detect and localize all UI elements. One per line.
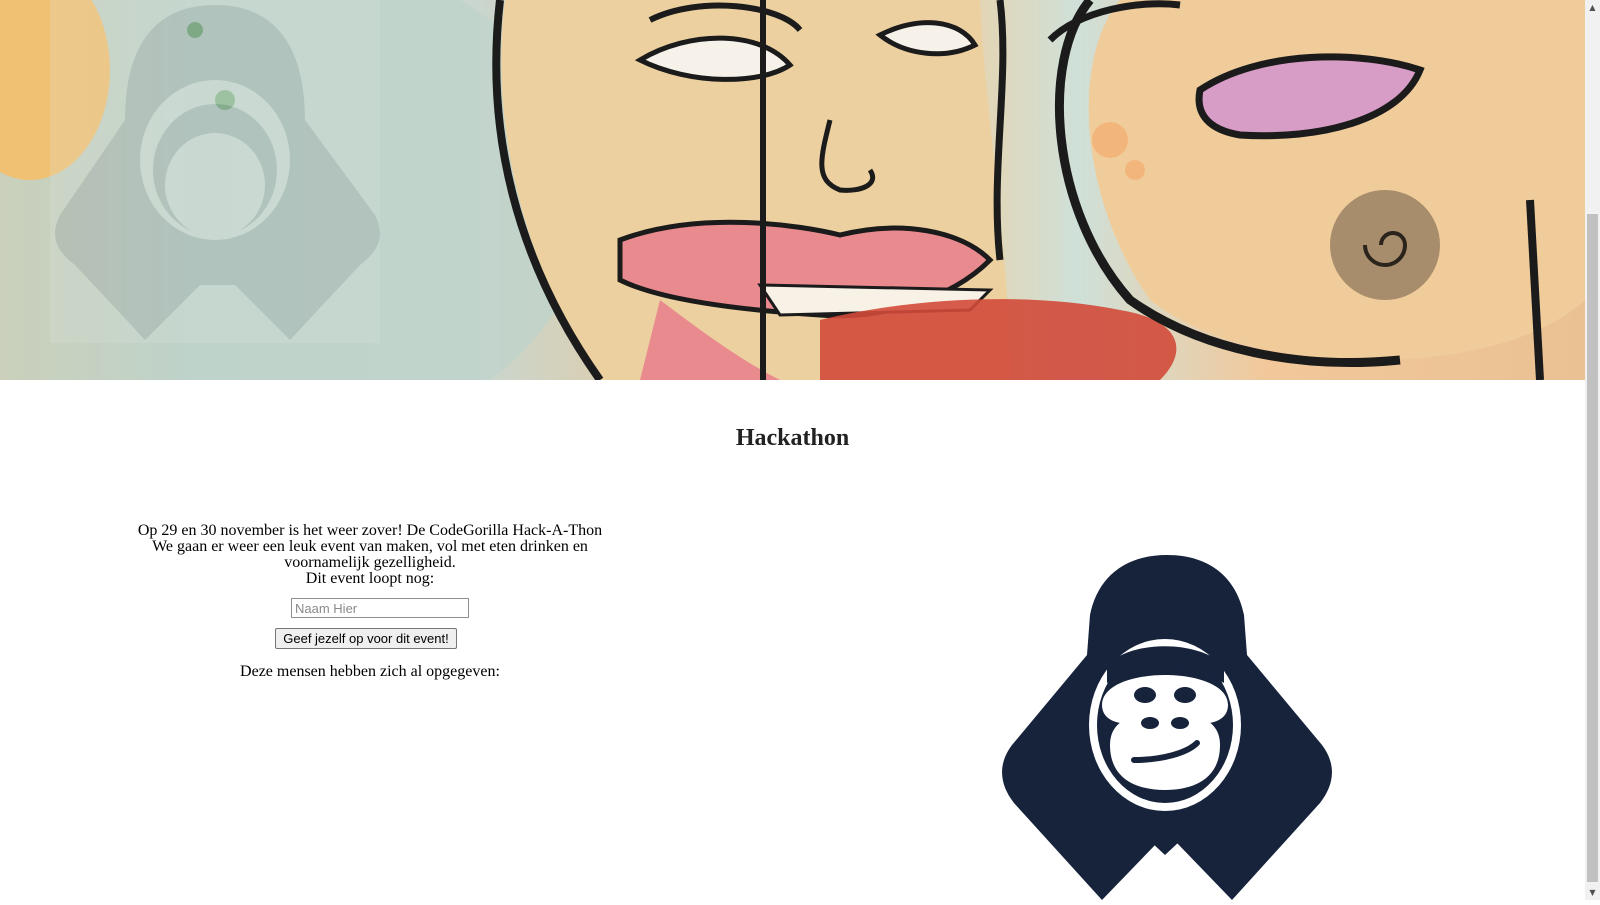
scroll-up-arrow-icon[interactable]: ▲ <box>1585 0 1600 15</box>
event-info: Op 29 en 30 november is het weer zover! … <box>120 523 620 680</box>
page-title: Hackathon <box>735 425 850 451</box>
graffiti-artwork <box>0 0 1585 380</box>
codegorilla-logo <box>1002 555 1332 905</box>
name-input[interactable] <box>291 598 469 618</box>
event-description-line1: Op 29 en 30 november is het weer zover! … <box>137 522 603 539</box>
countdown-label: Dit event loopt nog: <box>305 570 435 587</box>
event-description-line2: We gaan er weer een leuk event van maken… <box>152 538 588 571</box>
scroll-down-arrow-icon[interactable]: ▼ <box>1585 885 1600 900</box>
signed-up-label: Deze mensen hebben zich al opgegeven: <box>240 663 500 680</box>
scroll-thumb[interactable] <box>1587 214 1598 882</box>
signup-button[interactable]: Geef jezelf op voor dit event! <box>275 628 457 649</box>
vertical-scrollbar[interactable]: ▲ ▼ <box>1585 0 1600 900</box>
page: Hackathon Op 29 en 30 november is het we… <box>0 0 1585 900</box>
header-banner-image <box>0 0 1585 380</box>
gorilla-icon <box>1002 555 1332 900</box>
